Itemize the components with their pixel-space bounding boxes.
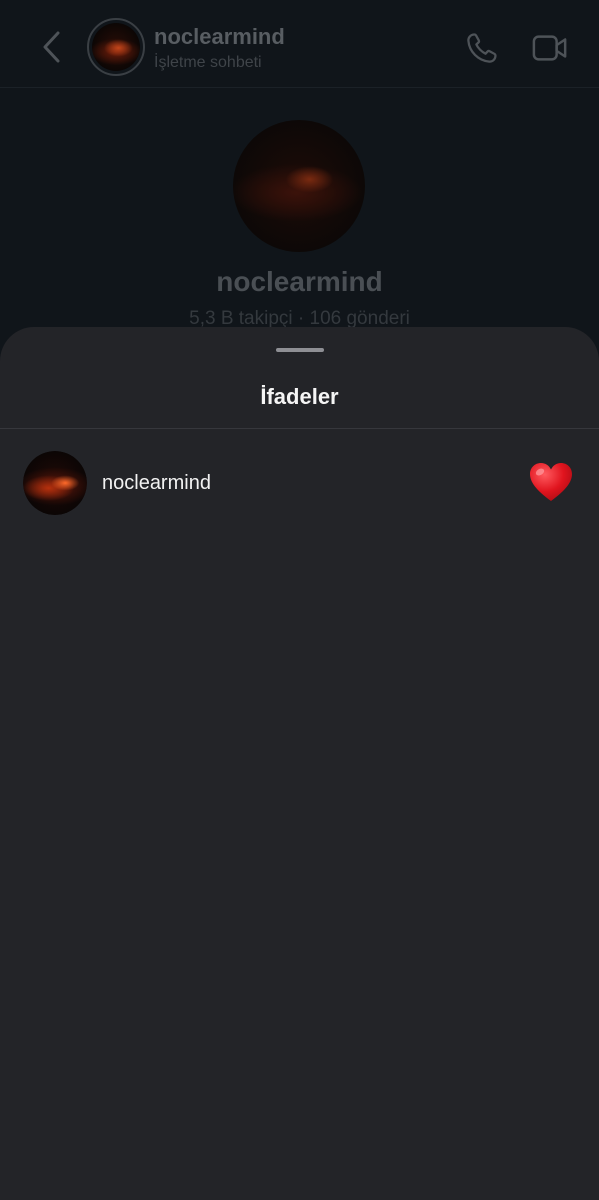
video-call-button[interactable] [532, 30, 568, 66]
chat-header: noclearmind İşletme sohbeti [0, 0, 599, 88]
phone-icon [467, 33, 497, 63]
reaction-list-item[interactable]: noclearmind [0, 445, 599, 521]
avatar-image [233, 120, 365, 252]
chat-subtitle: İşletme sohbeti [154, 54, 262, 71]
red-heart-emoji [530, 463, 572, 501]
sheet-title: İfadeler [260, 384, 339, 409]
avatar[interactable] [23, 451, 87, 515]
call-button[interactable] [464, 30, 500, 66]
divider [0, 428, 599, 429]
avatar-image [92, 23, 140, 71]
profile-avatar[interactable] [233, 120, 365, 252]
video-camera-icon [532, 35, 567, 61]
profile-name: noclearmind [216, 266, 383, 297]
reaction-username[interactable]: noclearmind [102, 472, 211, 495]
reactions-sheet: İfadeler noclearmind [0, 327, 599, 1200]
sheet-drag-handle[interactable] [276, 348, 324, 352]
chat-username[interactable]: noclearmind [154, 24, 285, 50]
chevron-left-icon [43, 31, 60, 63]
avatar-image [23, 451, 87, 515]
header-avatar[interactable] [87, 18, 145, 76]
back-button[interactable] [34, 28, 68, 66]
